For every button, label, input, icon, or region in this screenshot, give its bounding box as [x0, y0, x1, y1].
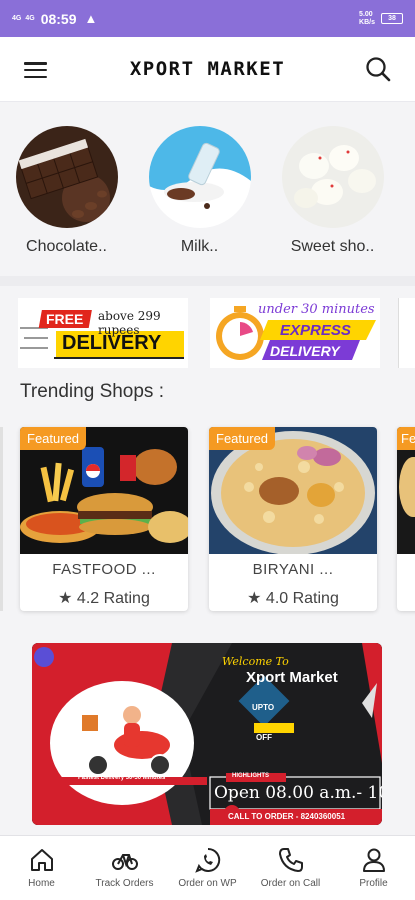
signal-indicator-2: 4G: [25, 15, 35, 22]
featured-badge: Featured: [209, 427, 276, 450]
app-header: XPORT MARKET: [0, 37, 415, 102]
express-label: EXPRESS: [280, 322, 351, 339]
nav-order-on-wp[interactable]: Order on WP: [166, 836, 249, 900]
category-label: Milk..: [180, 238, 219, 255]
category-label: Chocolate..: [26, 238, 107, 255]
chocolate-image: [15, 126, 118, 228]
bottom-navigation: Home Track Orders Order on WP Order on C…: [0, 835, 415, 900]
nav-profile[interactable]: Profile: [332, 836, 415, 900]
category-label: Sweet sho..: [290, 238, 375, 255]
shop-card-peek-left: [0, 427, 3, 611]
warning-icon: ▲: [84, 11, 98, 26]
shop-name: FASTFOOD ...: [52, 561, 156, 578]
promo-peek[interactable]: [398, 298, 415, 368]
nav-label: Profile: [359, 878, 388, 889]
fastfood-image: Featured: [20, 427, 188, 554]
trending-shops-title: Trending Shops :: [20, 381, 164, 402]
banner-highlights: HIGHLIGHTS: [232, 773, 269, 779]
app-title: XPORT MARKET: [129, 58, 286, 80]
express-delivery-label: DELIVERY: [270, 343, 340, 359]
shop-rating: ★ 4.2 Rating: [58, 590, 150, 607]
sweets-image: [281, 126, 384, 228]
banner-upto: UPTO: [252, 703, 275, 712]
nav-order-on-call[interactable]: Order on Call: [249, 836, 332, 900]
featured-badge: Featured: [20, 427, 87, 450]
battery-icon: 38: [381, 13, 403, 24]
banner-off: OFF: [256, 733, 272, 742]
shop-card-peek-right[interactable]: Fe: [397, 427, 415, 611]
category-chocolate[interactable]: Chocolate..: [0, 126, 133, 256]
banner-welcome: Welcome To: [222, 655, 289, 668]
nav-track-orders[interactable]: Track Orders: [83, 836, 166, 900]
clock: 08:59: [40, 10, 77, 27]
status-bar: 4G 4G 08:59 ▲ 5.00 KB/s 38: [0, 0, 415, 37]
banner-brand: Xport Market: [246, 669, 338, 686]
shop-card-fastfood[interactable]: Featured FASTFOOD ... ★ 4.2 Rating: [20, 427, 188, 611]
nav-home[interactable]: Home: [0, 836, 83, 900]
shop-rating: ★ 4.0 Rating: [247, 590, 339, 607]
category-sweet-shop[interactable]: Sweet sho..: [266, 126, 399, 256]
banner-hours: Open 08.00 a.m.- 10.00 pm: [214, 783, 382, 803]
nav-label: Order on WP: [178, 878, 237, 889]
shop-card-biryani[interactable]: Featured BIRYANI ... ★ 4.0 Rating: [209, 427, 377, 611]
shop-image: Fe: [397, 427, 415, 554]
nav-label: Track Orders: [95, 878, 154, 889]
express-delivery-banner[interactable]: under 30 minutes EXPRESS DELIVERY: [210, 298, 380, 368]
search-icon[interactable]: [365, 56, 391, 82]
battery-level: 38: [388, 15, 396, 22]
signal-indicator-1: 4G: [12, 15, 22, 22]
free-delivery-banner[interactable]: FREE above 299 rupees DELIVERY: [18, 298, 188, 368]
phone-icon: [278, 848, 303, 872]
home-icon: [30, 849, 53, 871]
nav-label: Home: [28, 878, 55, 889]
delivery-label: DELIVERY: [62, 332, 162, 354]
whatsapp-icon: [194, 847, 220, 873]
nav-label: Order on Call: [260, 878, 321, 889]
promo-banner-xport[interactable]: Welcome To Xport Market UPTO OFF Fastest…: [32, 643, 382, 825]
free-label: FREE: [46, 311, 84, 327]
category-carousel: Chocolate.. Milk.. Sweet sho..: [0, 126, 415, 256]
banner-fastest-delivery: Fastest Delivery 30-50 Minutes: [78, 775, 166, 781]
category-milk[interactable]: Milk..: [133, 126, 266, 256]
food-image: [399, 457, 415, 517]
shop-name: BIRYANI ...: [252, 561, 334, 578]
featured-badge: Fe: [397, 427, 415, 450]
promo-carousel: FREE above 299 rupees DELIVERY under 30 …: [0, 298, 415, 370]
hamburger-menu-icon[interactable]: [24, 62, 47, 78]
milk-image: [148, 126, 251, 228]
express-time-note: under 30 minutes: [258, 302, 375, 317]
banner-call-to-order: CALL TO ORDER - 8240360051: [228, 812, 346, 821]
bicycle-icon: [111, 854, 138, 870]
net-speed: 5.00 KB/s: [359, 10, 375, 26]
biryani-image: Featured: [209, 427, 377, 554]
user-icon: [362, 848, 385, 872]
section-divider: [0, 276, 415, 286]
